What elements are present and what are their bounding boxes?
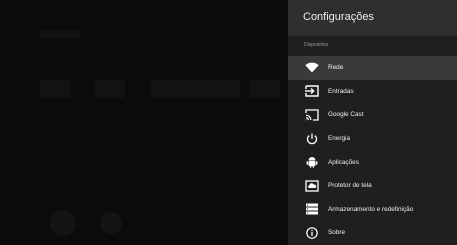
menu-item-label: Energia [328, 135, 351, 143]
menu-item-label: Protetor de tela [328, 182, 372, 190]
info-icon [304, 227, 320, 239]
menu-item-network[interactable]: Rede [288, 56, 457, 80]
menu-item-label: Aplicações [328, 158, 359, 166]
home-app-tile [150, 80, 180, 98]
menu-item-apps[interactable]: Aplicações [288, 150, 457, 174]
home-app-tile [180, 80, 240, 98]
home-app-tile [40, 80, 70, 98]
settings-panel: Configurações Dispositivo Rede Entradas … [288, 0, 457, 245]
section-label-device: Dispositivo [304, 42, 329, 48]
menu-item-label: Google Cast [328, 111, 364, 119]
dimmed-home-screen [0, 0, 288, 245]
menu-item-power[interactable]: Energia [288, 127, 457, 151]
menu-item-label: Sobre [328, 229, 346, 237]
menu-item-google-cast[interactable]: Google Cast [288, 103, 457, 127]
menu-item-storage-reset[interactable]: Armazenamento e redefinição [288, 198, 457, 222]
input-icon [304, 85, 320, 98]
home-app-circle [50, 210, 76, 236]
storage-icon [304, 203, 320, 215]
menu-item-label: Entradas [328, 87, 354, 95]
menu-item-label: Rede [328, 64, 344, 72]
power-icon [304, 133, 320, 145]
settings-menu: Rede Entradas Google Cast Energia Aplica… [288, 56, 457, 245]
home-app-circle [100, 212, 122, 234]
menu-item-screensaver[interactable]: Protetor de tela [288, 174, 457, 198]
menu-item-inputs[interactable]: Entradas [288, 80, 457, 104]
wifi-icon [304, 62, 320, 74]
menu-item-label: Armazenamento e redefinição [328, 205, 414, 213]
android-icon [304, 156, 320, 168]
home-search-bar [40, 30, 80, 38]
screensaver-icon [304, 180, 320, 192]
home-app-tile [250, 80, 280, 98]
home-app-tile [95, 80, 125, 98]
cast-icon [304, 109, 320, 121]
menu-item-about[interactable]: Sobre [288, 221, 457, 245]
settings-title: Configurações [303, 11, 374, 23]
tv-screen: Configurações Dispositivo Rede Entradas … [0, 0, 457, 245]
settings-header: Configurações [288, 0, 457, 36]
